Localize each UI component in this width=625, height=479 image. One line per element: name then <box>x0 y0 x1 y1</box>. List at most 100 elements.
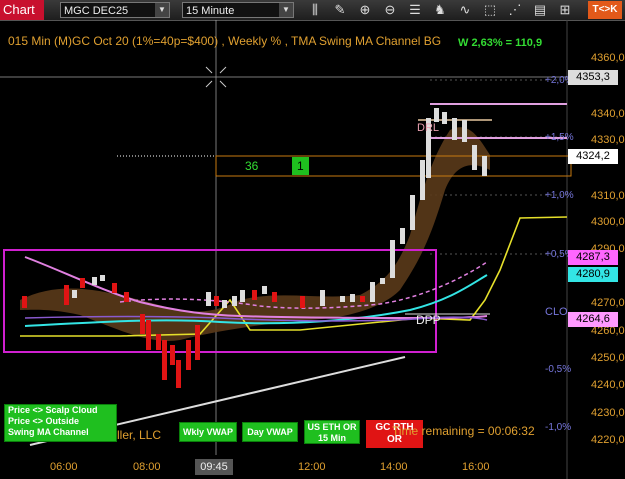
price-axis-label: 4230,0 <box>591 407 625 419</box>
candle <box>350 294 355 302</box>
candle <box>22 296 27 308</box>
day-vwap-button[interactable]: Day VWAP <box>242 422 298 442</box>
dpp-label: DPP <box>416 313 441 327</box>
trade-box <box>215 155 572 177</box>
candle <box>272 292 277 302</box>
time-axis-label: 08:00 <box>133 461 161 473</box>
pct-label: -0,5% <box>545 364 572 375</box>
indicator-icon[interactable]: ∿ <box>456 2 474 18</box>
candle <box>420 160 425 200</box>
candle <box>214 296 219 306</box>
candle <box>320 290 325 306</box>
candle <box>206 292 211 306</box>
us-eth-or-button[interactable]: US ETH OR 15 Min <box>304 420 360 444</box>
price-axis-label: 4310,0 <box>591 190 625 202</box>
candle <box>80 278 85 288</box>
candle <box>100 275 105 281</box>
candle <box>232 296 237 306</box>
company-label: ller, LLC <box>117 428 162 442</box>
strategy-icon[interactable]: ♞ <box>431 2 449 18</box>
scalp-line3: Swing MA Channel <box>8 427 89 437</box>
candle <box>72 290 77 298</box>
zoom-in-icon[interactable]: ⊕ <box>356 2 374 18</box>
candle <box>360 296 365 302</box>
properties-icon[interactable]: ☰ <box>406 2 424 18</box>
candle <box>222 300 227 308</box>
instrument-selector[interactable]: MGC DEC25 ▼ <box>60 2 170 18</box>
time-axis-label: 16:00 <box>462 461 490 473</box>
pct-label: -1,0% <box>545 422 572 433</box>
price-tag-violet-ma: 4264,6 <box>568 312 618 327</box>
scalp-line2: Price <> Outside <box>8 416 80 426</box>
candle <box>124 292 129 302</box>
candle <box>240 290 245 302</box>
price-axis-label: 4250,0 <box>591 352 625 364</box>
align-icon[interactable]: ⋰ <box>506 2 524 18</box>
price-axis-label: 4220,0 <box>591 434 625 446</box>
wkly-vwap-button[interactable]: Wkly VWAP <box>179 422 237 442</box>
drawing-icon[interactable]: ⬚ <box>481 2 499 18</box>
zoom-out-icon[interactable]: ⊖ <box>381 2 399 18</box>
candle <box>186 340 191 370</box>
candle <box>400 228 405 244</box>
us-eth-line1: US ETH OR <box>307 422 357 432</box>
interval-selector[interactable]: 15 Minute ▼ <box>182 2 294 18</box>
candle <box>482 156 487 176</box>
candle <box>92 277 97 285</box>
candle <box>434 108 439 122</box>
price-axis-label: 4360,0 <box>591 52 625 64</box>
scalp-cloud-button[interactable]: Price <> Scalp Cloud Price <> Outside Sw… <box>4 404 117 442</box>
candle <box>300 296 305 308</box>
chart-header: 015 Min (M)GC Oct 20 (1%=40p=$400) , Wee… <box>8 34 442 48</box>
clo-label: CLO <box>545 306 568 318</box>
price-axis-label: 4300,0 <box>591 216 625 228</box>
candle <box>380 278 385 284</box>
crosshair-time-label: 09:45 <box>195 459 233 475</box>
trade-box-value: 36 <box>245 159 259 173</box>
us-eth-line2: 15 Min <box>317 433 346 443</box>
chevron-down-icon[interactable]: ▼ <box>155 3 169 17</box>
price-axis-label: 4270,0 <box>591 297 625 309</box>
candle <box>370 282 375 302</box>
candle <box>156 334 161 350</box>
candle <box>252 290 257 300</box>
candle <box>340 296 345 302</box>
price-tag-magenta-ma: 4287,3 <box>568 250 618 265</box>
chevron-down-icon[interactable]: ▼ <box>279 3 293 17</box>
scalp-line1: Price <> Scalp Cloud <box>8 405 98 415</box>
trade-box-count: 1 <box>297 159 304 173</box>
candle <box>176 360 181 388</box>
price-tag-current: 4324,2 <box>568 149 618 164</box>
candle <box>410 195 415 230</box>
data-box-icon[interactable]: ⊞ <box>556 2 574 18</box>
time-axis-label: 06:00 <box>50 461 78 473</box>
candle <box>64 285 69 305</box>
chart-tab[interactable]: Chart <box>0 0 44 20</box>
pct-label: +1,5% <box>545 132 574 143</box>
pencil-icon[interactable]: ✎ <box>331 2 349 18</box>
price-tag-cyan-ma: 4280,9 <box>568 267 618 282</box>
candle <box>390 240 395 278</box>
candle <box>442 112 447 124</box>
time-axis-label: 12:00 <box>298 461 326 473</box>
candle <box>452 118 457 140</box>
interval-label: 15 Minute <box>186 5 235 17</box>
candle <box>146 320 151 350</box>
candle <box>112 283 117 293</box>
price-axis-label: 4340,0 <box>591 108 625 120</box>
candle <box>140 314 145 334</box>
layout-icon[interactable]: ▤ <box>531 2 549 18</box>
candle <box>170 345 175 365</box>
bars-icon[interactable]: ⫼ <box>306 2 324 18</box>
price-tag-last-high: 4353,3 <box>568 70 618 85</box>
toolbar: Chart MGC DEC25 ▼ 15 Minute ▼ ⫼ ✎ ⊕ ⊖ ☰ … <box>0 0 625 21</box>
price-axis-label: 4330,0 <box>591 134 625 146</box>
tk-button[interactable]: T<>K <box>588 1 622 19</box>
instrument-label: MGC DEC25 <box>64 5 129 17</box>
candle <box>195 325 200 360</box>
price-axis-label: 4240,0 <box>591 379 625 391</box>
time-axis-label: 14:00 <box>380 461 408 473</box>
candle <box>462 120 467 142</box>
weekly-ratio: W 2,63% = 110,9 <box>458 37 543 49</box>
time-remaining-label: Time remaining = 00:06:32 <box>392 424 535 438</box>
